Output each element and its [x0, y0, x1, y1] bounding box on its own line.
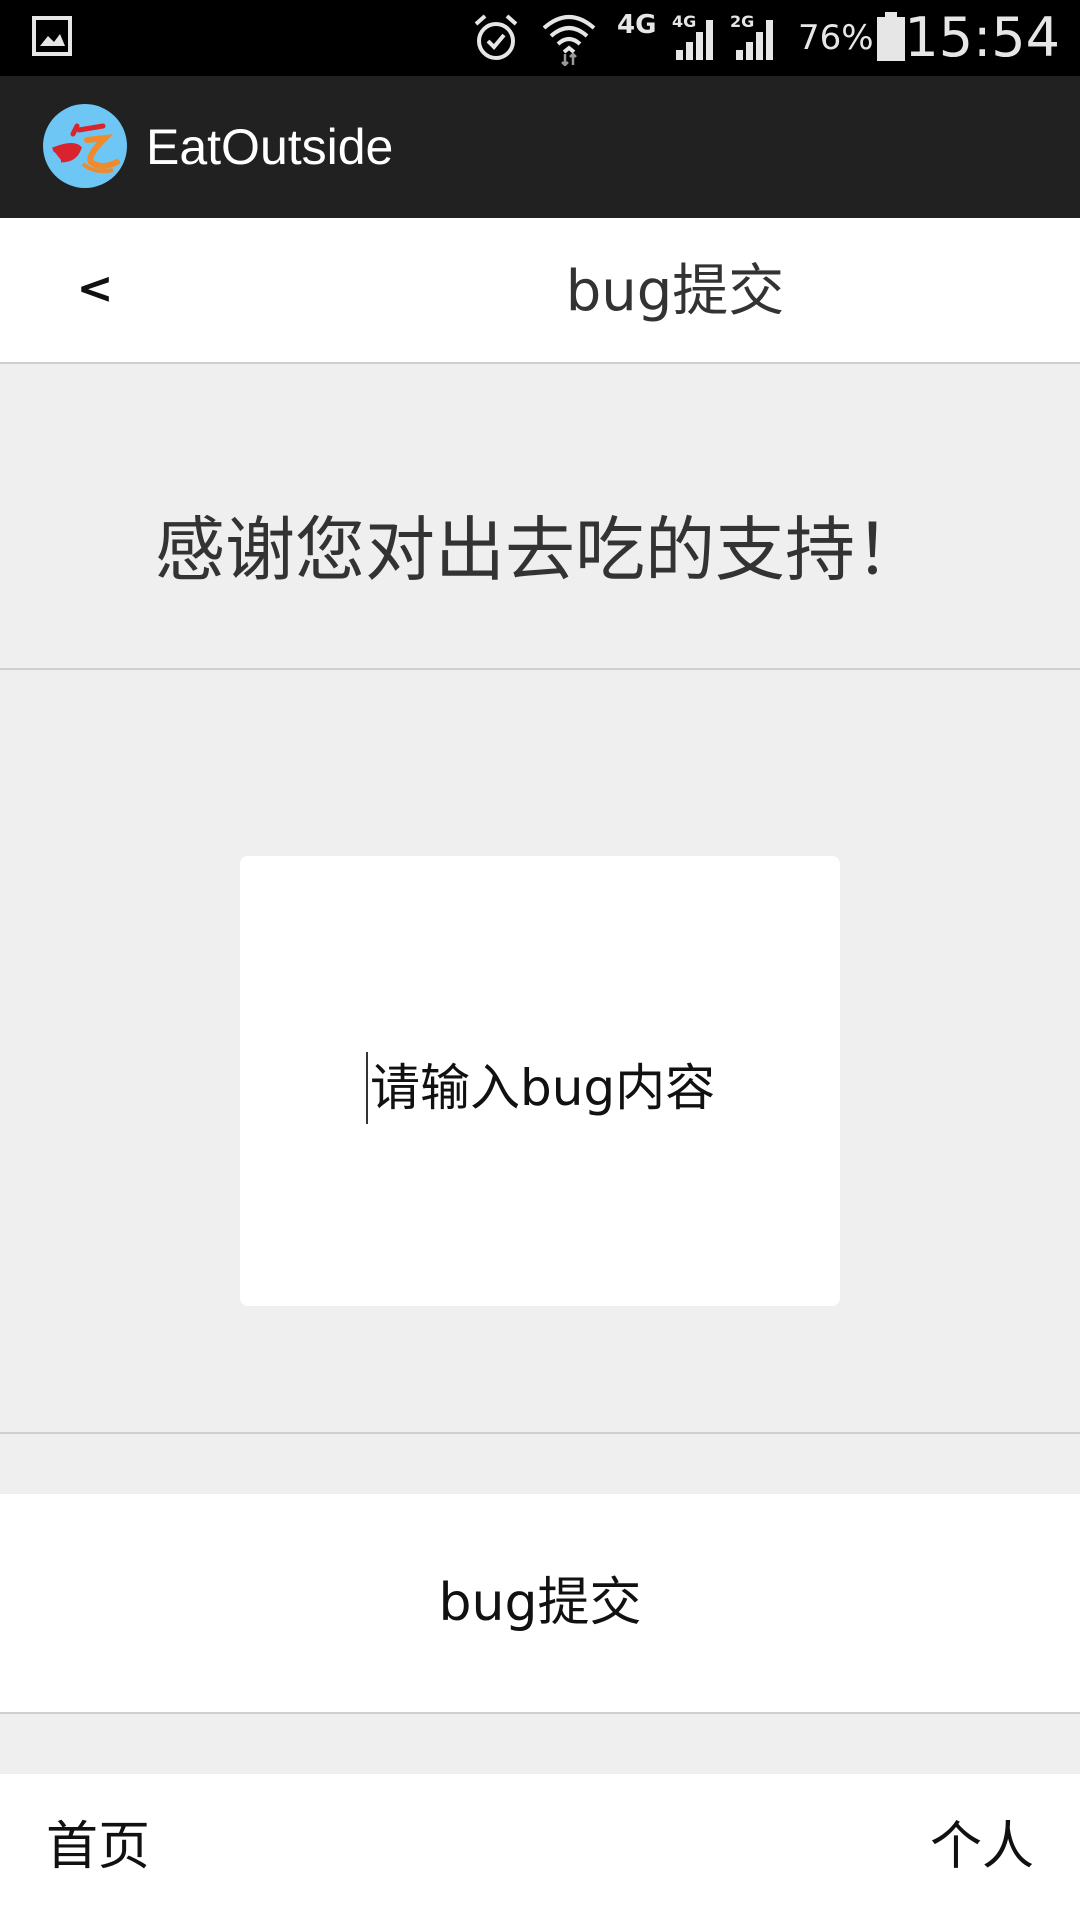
back-button[interactable]: <: [70, 254, 120, 324]
page-title: bug提交: [565, 259, 785, 324]
battery-percent: 76%: [798, 18, 874, 58]
signal-2-label: 2G: [730, 12, 755, 31]
bug-content-input[interactable]: 请输入bug内容: [240, 856, 840, 1306]
battery-icon: [877, 12, 905, 61]
bug-input-placeholder: 请输入bug内容: [370, 1059, 716, 1117]
text-caret: [366, 1052, 368, 1124]
app-bar: EatOutside: [0, 76, 1080, 218]
nav-item-home[interactable]: 首页: [46, 1812, 150, 1882]
divider: [0, 1712, 1080, 1714]
status-clock: 15:54: [904, 6, 1060, 69]
submit-bug-button[interactable]: bug提交: [0, 1494, 1080, 1712]
thanks-message: 感谢您对出去吃的支持！: [155, 509, 925, 591]
bug-submit-screen: 4G 4G 2G 76% 15:54 EatOutside < bug提交 感谢…: [0, 0, 1080, 1920]
alarm-icon: [474, 14, 518, 60]
signal-1-label: 4G: [672, 12, 697, 31]
app-logo-icon: [43, 104, 127, 188]
bottom-nav: 首页 个人: [0, 1774, 1080, 1920]
page-header: < bug提交: [0, 218, 1080, 364]
thanks-section: 感谢您对出去吃的支持！: [0, 364, 1080, 670]
app-title: EatOutside: [146, 119, 394, 175]
input-section: 请输入bug内容: [0, 670, 1080, 1434]
submit-bug-label: bug提交: [438, 1573, 642, 1633]
gallery-icon: [32, 16, 72, 56]
network-type-label: 4G: [617, 10, 657, 40]
wifi-icon: [542, 15, 596, 66]
status-bar: 4G 4G 2G 76% 15:54: [0, 0, 1080, 76]
nav-item-profile[interactable]: 个人: [930, 1812, 1034, 1882]
